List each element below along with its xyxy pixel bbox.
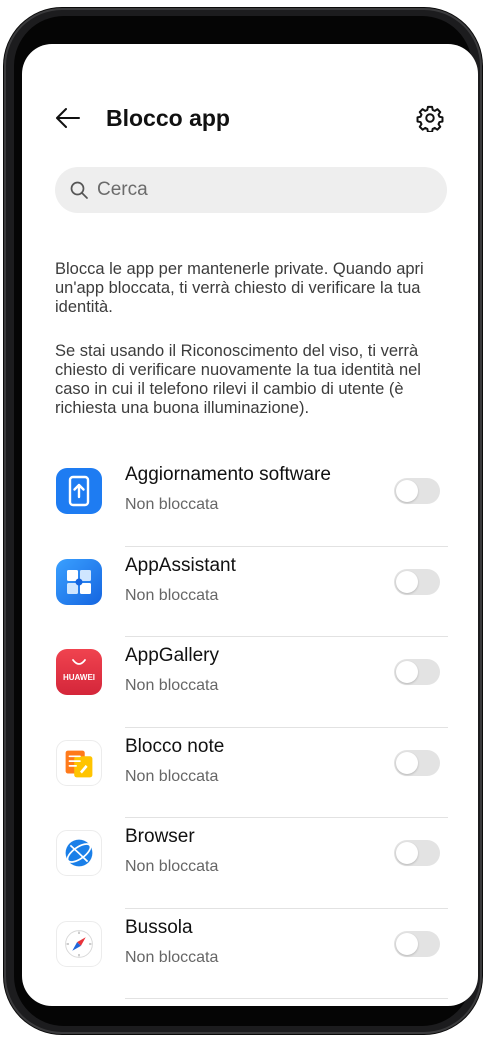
list-item[interactable]: Browser Non bloccata (22, 818, 478, 909)
app-name: AppGallery (125, 645, 219, 666)
app-header: Blocco app (22, 98, 478, 138)
app-name: Blocco note (125, 735, 225, 757)
toggle-knob (396, 932, 418, 955)
divider (125, 998, 448, 999)
software-update-icon (56, 468, 102, 514)
compass-icon (56, 920, 102, 967)
description-paragraph-2: Se stai usando il Riconoscimento del vis… (55, 342, 421, 417)
toggle-knob (396, 661, 418, 683)
app-name: Aggiornamento software (125, 464, 331, 485)
app-name: Browser (125, 826, 195, 847)
list-item[interactable]: Blocco note Non bloccata (22, 728, 478, 818)
app-name: Bussola (125, 916, 193, 938)
screen: Blocco app Blocca le app per mantenerle … (22, 44, 478, 1006)
description-paragraph-1: Blocca le app per mantenerle private. Qu… (55, 260, 424, 316)
settings-button[interactable] (414, 102, 446, 134)
toggle-knob (396, 842, 418, 864)
page-title: Blocco app (106, 105, 230, 131)
list-item[interactable]: AppAssistant Non bloccata (22, 547, 478, 637)
app-list: Aggiornamento software Non bloccata AppA… (22, 456, 478, 999)
search-icon (70, 181, 88, 199)
lock-toggle[interactable] (394, 568, 440, 595)
list-item[interactable]: Bussola Non bloccata (22, 909, 478, 999)
appgallery-icon-text: HUAWEI (63, 673, 95, 682)
app-status: Non bloccata (125, 948, 219, 966)
app-status: Non bloccata (125, 586, 219, 604)
gear-icon (416, 105, 444, 132)
toggle-knob (396, 751, 418, 774)
app-status: Non bloccata (125, 677, 219, 694)
toggle-knob (396, 480, 418, 502)
appassistant-icon (56, 558, 102, 605)
search-input[interactable] (97, 179, 417, 201)
appgallery-icon: HUAWEI (56, 649, 102, 695)
lock-toggle[interactable] (394, 840, 440, 866)
app-status: Non bloccata (125, 858, 219, 875)
lock-toggle[interactable] (394, 930, 440, 957)
lock-toggle[interactable] (394, 659, 440, 685)
toggle-knob (396, 570, 418, 593)
app-status: Non bloccata (125, 767, 219, 785)
search-bar[interactable] (55, 167, 447, 213)
list-item[interactable]: Aggiornamento software Non bloccata (22, 456, 478, 547)
lock-toggle[interactable] (394, 749, 440, 776)
app-name: AppAssistant (125, 554, 236, 576)
app-status: Non bloccata (125, 496, 219, 513)
back-button[interactable] (52, 102, 84, 134)
notepad-icon (56, 739, 102, 786)
lock-toggle[interactable] (394, 478, 440, 504)
browser-icon (56, 830, 102, 876)
list-item[interactable]: HUAWEI AppGallery Non bloccata (22, 637, 478, 728)
arrow-left-icon (56, 108, 80, 128)
